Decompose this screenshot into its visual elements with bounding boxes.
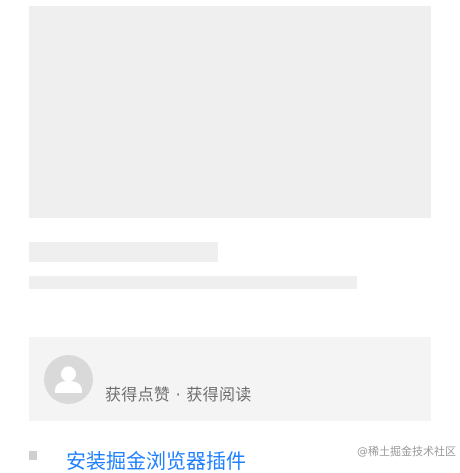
skeleton-cover-image xyxy=(29,6,431,218)
avatar-placeholder-icon xyxy=(44,355,93,404)
skeleton-subtitle-line xyxy=(29,276,357,289)
user-silhouette-icon xyxy=(55,366,82,393)
list-marker xyxy=(29,451,37,460)
promo-text: 获得点赞 · 获得阅读 xyxy=(105,385,252,404)
install-extension-link[interactable]: 安装掘金浏览器插件 xyxy=(66,449,246,473)
promo-card[interactable]: 获得点赞 · 获得阅读 xyxy=(29,337,431,421)
skeleton-title-line xyxy=(29,242,218,262)
watermark: @稀土掘金技术社区 xyxy=(357,445,456,458)
